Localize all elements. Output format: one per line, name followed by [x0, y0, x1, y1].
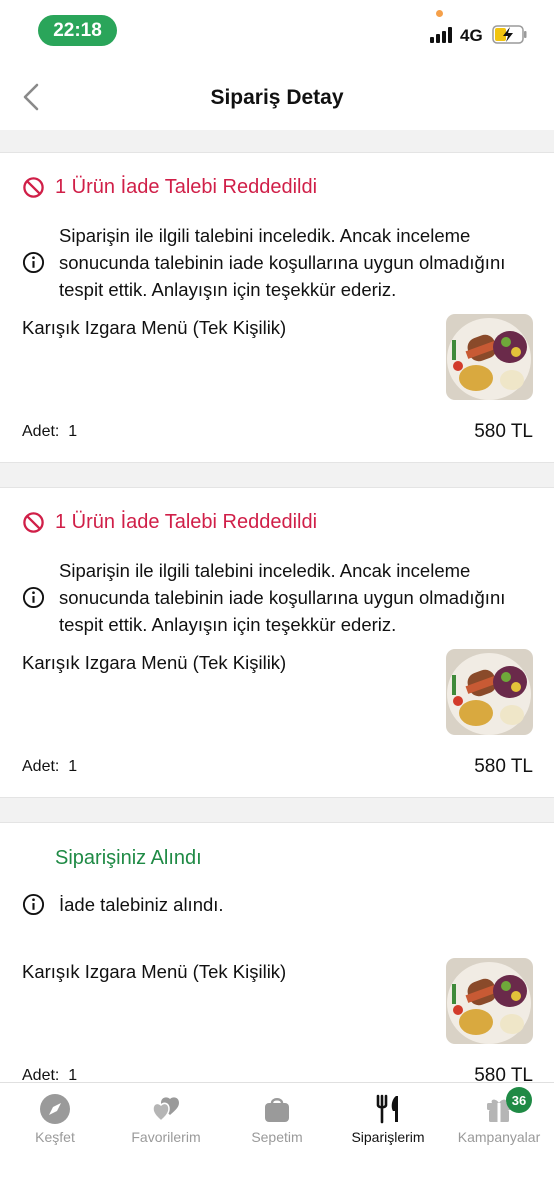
page-title: Sipariş Detay [210, 86, 344, 109]
tab-label: Sepetim [251, 1129, 303, 1145]
product-name: Karışık Izgara Menü (Tek Kişilik) [22, 961, 287, 982]
status-bar: 22:18 4G [0, 0, 554, 62]
info-icon [22, 586, 45, 609]
quantity-label: Adet: [22, 423, 60, 440]
product-image[interactable] [446, 649, 533, 735]
rejected-icon [23, 512, 44, 533]
return-note: Siparişin ile ilgili talebini inceledik.… [22, 557, 534, 638]
info-icon [22, 893, 45, 916]
info-icon [22, 251, 45, 274]
order-item-card: Siparişiniz Alındı İade talebiniz alındı… [0, 822, 554, 1092]
return-status-text: 1 Ürün İade Talebi Reddedildi [55, 511, 318, 533]
price: 580 TL [474, 421, 533, 442]
battery-charging-icon [492, 25, 527, 44]
product-image[interactable] [446, 314, 533, 400]
return-note-text: İade talebiniz alındı. [59, 894, 224, 915]
nav-header: Sipariş Detay [0, 62, 554, 130]
tab-sepetim[interactable]: Sepetim [222, 1093, 332, 1145]
fork-knife-icon [376, 1094, 398, 1124]
return-note-text: Siparişin ile ilgili talebini inceledik.… [59, 225, 506, 300]
network-type: 4G [460, 26, 483, 45]
camera-indicator-icon [436, 10, 443, 17]
quantity-label: Adet: [22, 758, 60, 775]
quantity: Adet: 1 [22, 423, 77, 441]
price: 580 TL [474, 756, 533, 777]
tab-label: Favorilerim [131, 1129, 201, 1145]
status-time: 22:18 [38, 15, 117, 46]
return-status-row: 1 Ürün İade Talebi Reddedildi [22, 176, 317, 199]
order-status-text: Siparişiniz Alındı [55, 847, 202, 869]
return-note: Siparişin ile ilgili talebini inceledik.… [22, 222, 534, 303]
product-name: Karışık Izgara Menü (Tek Kişilik) [22, 652, 287, 673]
tab-favorilerim[interactable]: Favorilerim [111, 1093, 221, 1145]
signal-icon [430, 27, 454, 43]
tab-siparislerim[interactable]: Siparişlerim [333, 1093, 443, 1145]
tab-kampanyalar[interactable]: 36 Kampanyalar [444, 1087, 554, 1145]
return-status-row: 1 Ürün İade Talebi Reddedildi [22, 511, 317, 534]
quantity-value: 1 [68, 423, 78, 440]
order-status-row: Siparişiniz Alındı [55, 847, 202, 870]
quantity-value: 1 [68, 758, 78, 775]
return-status-text: 1 Ürün İade Talebi Reddedildi [55, 176, 318, 198]
product-name: Karışık Izgara Menü (Tek Kişilik) [22, 317, 287, 338]
quantity: Adet: 1 [22, 758, 77, 776]
compass-icon [40, 1094, 70, 1124]
rejected-icon [23, 177, 44, 198]
order-item-card: 1 Ürün İade Talebi Reddedildi Siparişin … [0, 487, 554, 798]
shopping-bag-icon [265, 1098, 289, 1122]
product-image[interactable] [446, 958, 533, 1044]
notification-badge: 36 [506, 1087, 532, 1113]
tab-label: Keşfet [35, 1129, 75, 1145]
bottom-tab-bar: Keşfet Favorilerim Sepetim Siparişlerim … [0, 1082, 554, 1199]
hearts-icon [152, 1097, 179, 1123]
tab-label: Kampanyalar [457, 1129, 541, 1145]
tab-kesfet[interactable]: Keşfet [0, 1093, 110, 1145]
order-item-card: 1 Ürün İade Talebi Reddedildi Siparişin … [0, 152, 554, 463]
return-note: İade talebiniz alındı. [22, 891, 534, 918]
return-note-text: Siparişin ile ilgili talebini inceledik.… [59, 560, 506, 635]
tab-label: Siparişlerim [351, 1129, 425, 1145]
